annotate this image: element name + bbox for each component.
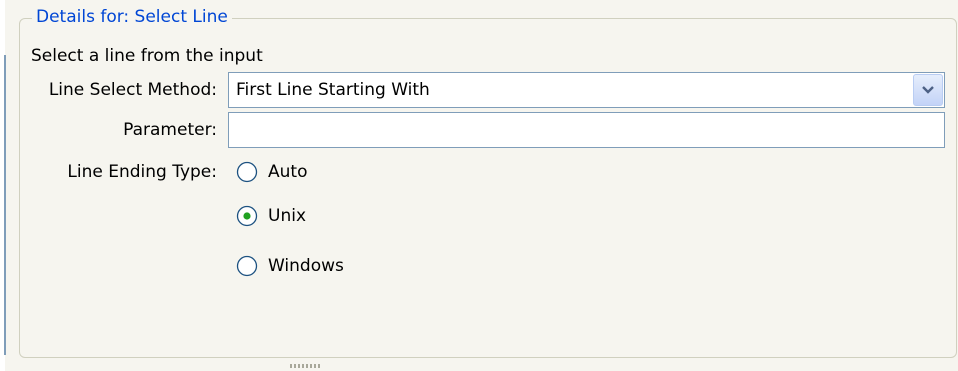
- left-divider: [4, 55, 6, 355]
- radio-label-windows: Windows: [268, 256, 344, 276]
- radio-button-icon[interactable]: [236, 255, 258, 277]
- dropdown-button[interactable]: [913, 74, 943, 106]
- radio-label-auto: Auto: [268, 162, 308, 182]
- resize-grip[interactable]: [290, 364, 322, 368]
- line-select-method-label: Line Select Method:: [48, 80, 217, 100]
- line-select-method-dropdown[interactable]: First Line Starting With: [228, 72, 945, 108]
- line-ending-type-label: Line Ending Type:: [67, 162, 217, 182]
- groupbox-title: Details for: Select Line: [32, 5, 232, 29]
- panel-description: Select a line from the input: [31, 46, 263, 66]
- radio-label-unix: Unix: [268, 206, 307, 226]
- radio-button-selected-icon[interactable]: [236, 205, 258, 227]
- parameter-label: Parameter:: [123, 120, 217, 140]
- select-line-details-panel: Details for: Select Line Select a line f…: [0, 0, 958, 371]
- line-select-method-value: First Line Starting With: [236, 80, 430, 100]
- details-groupbox: [19, 18, 957, 358]
- radio-button-icon[interactable]: [236, 161, 258, 183]
- chevron-down-icon: [922, 86, 934, 94]
- parameter-field[interactable]: [228, 112, 945, 148]
